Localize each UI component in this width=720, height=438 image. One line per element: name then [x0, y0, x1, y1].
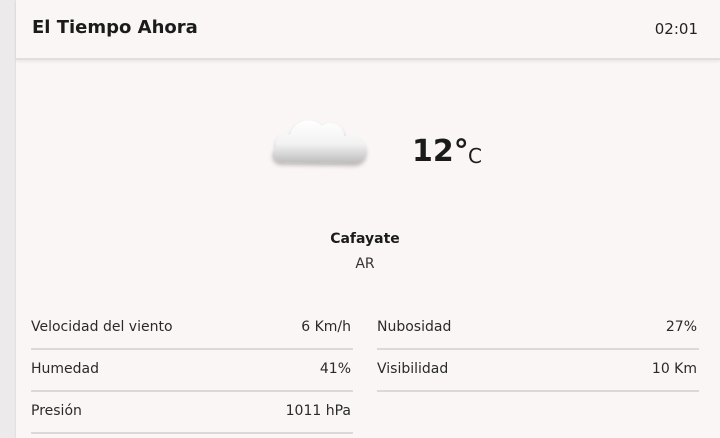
visibility-value: 10 Km — [651, 361, 697, 377]
cloudiness-row: Nubosidad 27% — [377, 308, 699, 350]
page-title: El Tiempo Ahora — [32, 17, 198, 38]
cloudiness-label: Nubosidad — [377, 319, 452, 335]
pressure-value: 1011 hPa — [285, 403, 351, 419]
country-code: AR — [355, 256, 375, 272]
pressure-label: Presión — [31, 403, 82, 419]
current-time: 02:01 — [654, 20, 698, 38]
visibility-label: Visibilidad — [377, 361, 449, 377]
temperature-unit: C — [468, 144, 482, 168]
wind-speed-value: 6 Km/h — [301, 319, 351, 335]
cloud-icon — [268, 108, 378, 174]
wind-speed-label: Velocidad del viento — [31, 319, 173, 335]
temperature-value: 12° — [412, 134, 469, 169]
pressure-row: Presión 1011 hPa — [31, 392, 353, 434]
city-name: Cafayate — [330, 231, 400, 247]
cloudiness-value: 27% — [665, 319, 697, 335]
humidity-label: Humedad — [31, 361, 100, 377]
card-header: El Tiempo Ahora 02:01 — [16, 0, 720, 60]
visibility-row: Visibilidad 10 Km — [377, 350, 699, 392]
wind-speed-row: Velocidad del viento 6 Km/h — [31, 308, 353, 350]
humidity-value: 41% — [319, 361, 351, 377]
weather-card: El Tiempo Ahora 02:01 12° C Cafayate AR … — [16, 0, 720, 438]
humidity-row: Humedad 41% — [31, 350, 353, 392]
